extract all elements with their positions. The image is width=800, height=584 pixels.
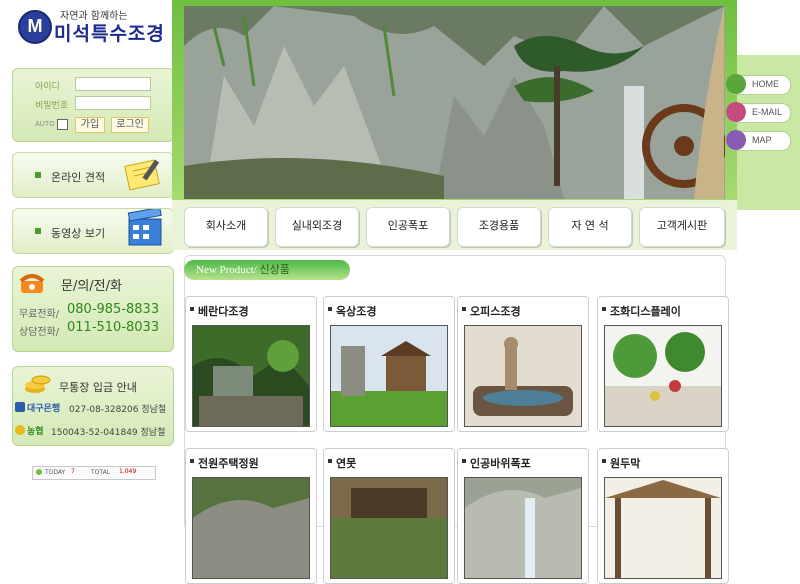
online-estimate-button[interactable]: 온라인 견적 bbox=[12, 152, 174, 198]
product-title: 전원주택정원 bbox=[198, 457, 259, 470]
online-estimate-label: 온라인 견적 bbox=[51, 171, 106, 184]
video-view-button[interactable]: 동영상 보기 bbox=[12, 208, 174, 254]
map-button[interactable]: MAP bbox=[726, 130, 791, 151]
product-card[interactable]: 베란다조경 bbox=[185, 296, 317, 432]
total-label: TOTAL bbox=[91, 469, 111, 476]
product-card[interactable]: 오피스조경 bbox=[457, 296, 589, 432]
login-panel: 아이디 비밀번호 AUTO 가입 로그인 bbox=[12, 68, 174, 142]
nav-natural-stone[interactable]: 자 연 석 bbox=[548, 207, 632, 247]
today-count: 7 bbox=[71, 468, 75, 475]
contact-title: 문/의/전/화 bbox=[61, 279, 122, 294]
new-product-ko: 신상품 bbox=[259, 264, 290, 276]
map-icon bbox=[726, 130, 746, 150]
product-title: 베란다조경 bbox=[198, 305, 249, 318]
nav-artificial-waterfall[interactable]: 인공폭포 bbox=[366, 207, 450, 247]
counter-icon bbox=[36, 469, 42, 475]
product-photo bbox=[604, 477, 722, 579]
contact-label-consult: 상담전화/ bbox=[19, 327, 60, 338]
bullet-icon bbox=[35, 172, 41, 178]
home-button[interactable]: HOME bbox=[726, 74, 791, 95]
product-card[interactable]: 원두막 bbox=[597, 448, 729, 584]
logo-name: 미석특수조경 bbox=[54, 23, 165, 45]
auto-login-checkbox[interactable] bbox=[57, 119, 68, 130]
new-product-header: New Product/ 신상품 bbox=[184, 260, 350, 280]
logo-area[interactable]: M 자연과 함께하는 미석특수조경 bbox=[0, 0, 172, 58]
contact-number-consult: 011-510-8033 bbox=[67, 320, 160, 335]
product-photo bbox=[604, 325, 722, 427]
daegu-bank-icon bbox=[15, 402, 25, 412]
total-count: 1,049 bbox=[119, 468, 137, 475]
bank-title: 무통장 입금 안내 bbox=[59, 381, 137, 394]
id-input[interactable] bbox=[75, 77, 151, 91]
product-photo bbox=[192, 325, 310, 427]
video-view-label: 동영상 보기 bbox=[51, 227, 106, 240]
contact-number-free: 080-985-8833 bbox=[67, 302, 160, 317]
bank-panel: 무통장 입금 안내 대구은행 027-08-328206 정남철 농협 1500… bbox=[12, 366, 174, 446]
new-product-en: New Product/ bbox=[196, 264, 257, 276]
product-title: 원두막 bbox=[610, 457, 641, 470]
password-input[interactable] bbox=[75, 96, 151, 110]
product-card[interactable]: 전원주택정원 bbox=[185, 448, 317, 584]
telephone-icon bbox=[19, 274, 45, 293]
product-title: 연못 bbox=[336, 457, 357, 470]
product-title: 인공바위폭포 bbox=[470, 457, 531, 470]
auto-login-label: AUTO bbox=[35, 120, 55, 128]
home-label: HOME bbox=[752, 79, 779, 89]
nonghyup-icon bbox=[15, 425, 25, 435]
bank-name-nonghyup: 농협 bbox=[27, 427, 44, 437]
email-button[interactable]: E-MAIL bbox=[726, 102, 791, 123]
contact-panel: 문/의/전/화 무료전화/ 080-985-8833 상담전화/ 011-510… bbox=[12, 266, 174, 352]
product-card[interactable]: 옥상조경 bbox=[323, 296, 455, 432]
product-title: 조화디스플레이 bbox=[610, 305, 681, 318]
login-button[interactable]: 로그인 bbox=[111, 117, 149, 133]
product-photo bbox=[192, 477, 310, 579]
nav-landscape-supplies[interactable]: 조경용품 bbox=[457, 207, 541, 247]
film-clapper-icon bbox=[127, 209, 162, 246]
product-title: 옥상조경 bbox=[336, 305, 377, 318]
product-card[interactable]: 조화디스플레이 bbox=[597, 296, 729, 432]
today-label: TODAY bbox=[45, 469, 66, 476]
product-photo bbox=[330, 477, 448, 579]
contact-label-free: 무료전화/ bbox=[19, 309, 60, 320]
id-label: 아이디 bbox=[35, 82, 60, 92]
banner-photo bbox=[184, 6, 725, 199]
bank-account-daegu: 027-08-328206 정남철 bbox=[69, 405, 167, 415]
product-card[interactable]: 연못 bbox=[323, 448, 455, 584]
home-icon bbox=[726, 74, 746, 94]
email-label: E-MAIL bbox=[752, 107, 783, 117]
product-photo bbox=[330, 325, 448, 427]
product-photo bbox=[464, 325, 582, 427]
visitor-counter: TODAY 7 TOTAL 1,049 bbox=[32, 466, 156, 480]
product-photo bbox=[464, 477, 582, 579]
bullet-icon bbox=[35, 228, 41, 234]
join-button[interactable]: 가입 bbox=[75, 117, 105, 133]
nav-indoor-outdoor[interactable]: 실내외조경 bbox=[275, 207, 359, 247]
map-label: MAP bbox=[752, 135, 772, 145]
logo-mark: M bbox=[18, 10, 52, 44]
email-icon bbox=[726, 102, 746, 122]
nav-company[interactable]: 회사소개 bbox=[184, 207, 268, 247]
coins-icon bbox=[25, 375, 51, 393]
password-label: 비밀번호 bbox=[35, 101, 69, 111]
product-card[interactable]: 인공바위폭포 bbox=[457, 448, 589, 584]
bank-account-nonghyup: 150043-52-041849 정남철 bbox=[51, 428, 166, 438]
bank-name-daegu: 대구은행 bbox=[27, 404, 61, 414]
memo-pencil-icon bbox=[124, 159, 160, 191]
nav-customer-board[interactable]: 고객게시판 bbox=[639, 207, 725, 247]
product-title: 오피스조경 bbox=[470, 305, 521, 318]
